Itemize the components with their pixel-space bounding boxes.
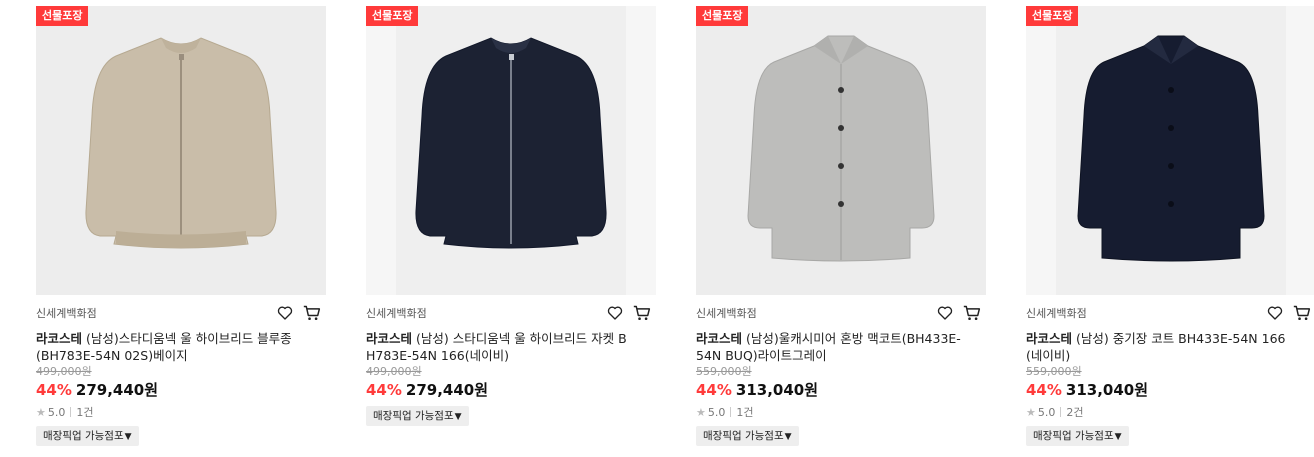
brand-name: 라코스테 xyxy=(696,331,743,346)
store-pickup-dropdown[interactable]: 매장픽업 가능점포▼ xyxy=(366,406,469,426)
rating-value: 5.0 xyxy=(47,406,66,419)
dropdown-arrow-icon: ▼ xyxy=(784,432,792,442)
brand-name: 라코스테 xyxy=(36,331,83,346)
star-icon: ★ xyxy=(1026,406,1036,419)
rating-row: ★ 5.0 1건 xyxy=(36,405,326,421)
store-name: 신세계백화점 xyxy=(36,307,97,320)
product-image[interactable]: 선물포장 xyxy=(36,6,326,295)
store-name: 신세계백화점 xyxy=(696,307,757,320)
product-image[interactable]: 선물포장 xyxy=(366,6,656,295)
star-icon: ★ xyxy=(36,406,46,419)
jacket-image xyxy=(85,37,277,249)
product-title[interactable]: 라코스테 (남성)스타디움넥 울 하이브리드 블루종(BH783E-54N 02… xyxy=(36,330,304,364)
cart-icon[interactable] xyxy=(962,304,982,322)
product-title[interactable]: 라코스테 (남성)울캐시미어 혼방 맥코트(BH433E-54N BUQ)라이트… xyxy=(696,330,964,364)
coat-image xyxy=(1077,35,1265,262)
gift-wrap-badge: 선물포장 xyxy=(696,6,749,26)
original-price: 499,000원 xyxy=(366,365,422,378)
review-count: 1건 xyxy=(736,406,754,419)
store-pickup-dropdown[interactable]: 매장픽업 가능점포▼ xyxy=(696,426,799,446)
brand-name: 라코스테 xyxy=(366,331,413,346)
product-card[interactable]: 선물포장 신세계백화점 라코스테 (남성) 스타디움넥 울 하이브리드 자켓 B… xyxy=(366,6,656,426)
heart-icon[interactable] xyxy=(936,304,954,322)
pickup-label: 매장픽업 가능점포 xyxy=(1033,430,1114,442)
review-count: 1건 xyxy=(76,406,94,419)
pickup-label: 매장픽업 가능점포 xyxy=(373,410,454,422)
heart-icon[interactable] xyxy=(606,304,624,322)
discount-rate: 44% xyxy=(1026,381,1062,399)
dropdown-arrow-icon: ▼ xyxy=(454,412,462,422)
original-price: 559,000원 xyxy=(1026,365,1082,378)
original-price: 499,000원 xyxy=(36,365,92,378)
store-name: 신세계백화점 xyxy=(366,307,427,320)
original-price: 559,000원 xyxy=(696,365,752,378)
rating-row: ★ 5.0 2건 xyxy=(1026,405,1314,421)
sale-price: 313,040원 xyxy=(1065,381,1149,399)
store-pickup-dropdown[interactable]: 매장픽업 가능점포▼ xyxy=(1026,426,1129,446)
discount-rate: 44% xyxy=(696,381,732,399)
sale-price: 279,440원 xyxy=(75,381,159,399)
gift-wrap-badge: 선물포장 xyxy=(1026,6,1079,26)
store-pickup-dropdown[interactable]: 매장픽업 가능점포▼ xyxy=(36,426,139,446)
review-count: 2건 xyxy=(1066,406,1084,419)
gift-wrap-badge: 선물포장 xyxy=(366,6,419,26)
cart-icon[interactable] xyxy=(632,304,652,322)
pickup-label: 매장픽업 가능점포 xyxy=(43,430,124,442)
heart-icon[interactable] xyxy=(276,304,294,322)
sale-price: 279,440원 xyxy=(405,381,489,399)
product-title[interactable]: 라코스테 (남성) 스타디움넥 울 하이브리드 자켓 BH783E-54N 16… xyxy=(366,330,634,364)
coat-image xyxy=(747,35,935,262)
brand-name: 라코스테 xyxy=(1026,331,1073,346)
product-card[interactable]: 선물포장 신세계백화점 라코스테 (남성) 중기장 코트 BH433E-54N … xyxy=(1026,6,1314,446)
discount-rate: 44% xyxy=(366,381,402,399)
discount-rate: 44% xyxy=(36,381,72,399)
product-title[interactable]: 라코스테 (남성) 중기장 코트 BH433E-54N 166(네이비) xyxy=(1026,330,1294,364)
gift-wrap-badge: 선물포장 xyxy=(36,6,89,26)
jacket-image xyxy=(415,37,607,249)
cart-icon[interactable] xyxy=(302,304,322,322)
product-image[interactable]: 선물포장 xyxy=(1026,6,1314,295)
product-image[interactable]: 선물포장 xyxy=(696,6,986,295)
rating-row: ★ 5.0 1건 xyxy=(696,405,986,421)
product-card[interactable]: 선물포장 신세계백화점 라코스테 (남성)스타디움넥 울 하이브리드 블루종(B… xyxy=(36,6,326,446)
sale-price: 313,040원 xyxy=(735,381,819,399)
rating-value: 5.0 xyxy=(707,406,726,419)
store-name: 신세계백화점 xyxy=(1026,307,1087,320)
heart-icon[interactable] xyxy=(1266,304,1284,322)
cart-icon[interactable] xyxy=(1292,304,1312,322)
dropdown-arrow-icon: ▼ xyxy=(124,432,132,442)
product-card[interactable]: 선물포장 신세계백화점 라코스테 (남성)울캐시미어 혼방 맥코트(BH433E… xyxy=(696,6,986,446)
pickup-label: 매장픽업 가능점포 xyxy=(703,430,784,442)
rating-value: 5.0 xyxy=(1037,406,1056,419)
star-icon: ★ xyxy=(696,406,706,419)
dropdown-arrow-icon: ▼ xyxy=(1114,432,1122,442)
